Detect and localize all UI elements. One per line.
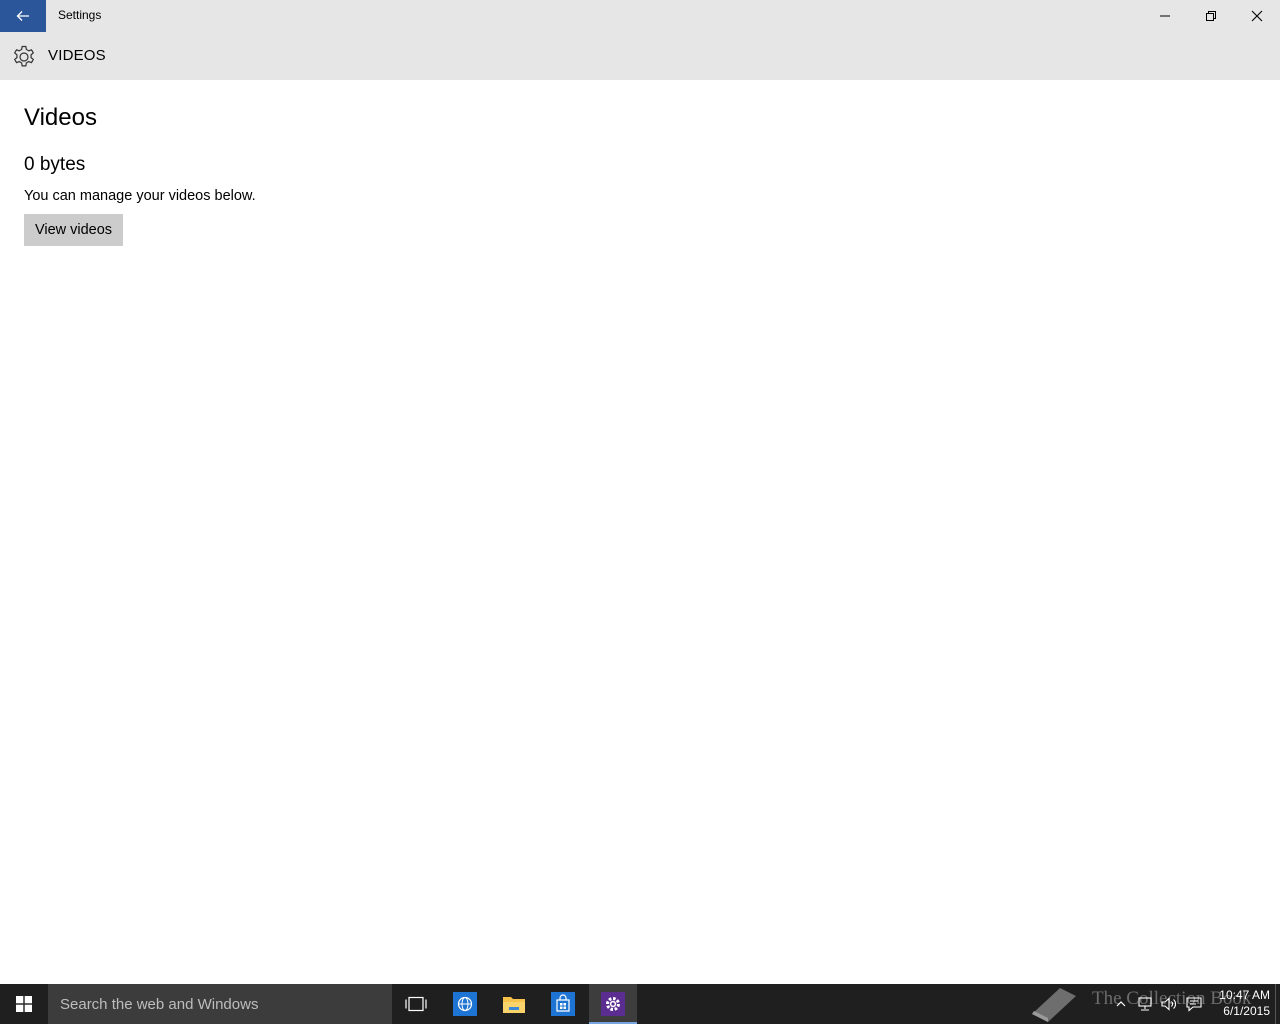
start-button[interactable]	[0, 984, 48, 1024]
page-title: Videos	[24, 104, 97, 131]
restore-button[interactable]	[1188, 0, 1234, 32]
back-button[interactable]	[0, 0, 46, 32]
restore-icon	[1206, 11, 1216, 21]
settings-header: VIDEOS	[0, 32, 1280, 80]
book-icon	[1032, 988, 1076, 1022]
description-text: You can manage your videos below.	[24, 188, 256, 204]
taskbar-internet-explorer[interactable]	[441, 984, 489, 1024]
clock-time: 10:47 AM	[1219, 988, 1270, 1002]
file-explorer-icon	[503, 997, 525, 1013]
task-view-button[interactable]	[392, 984, 440, 1024]
store-icon	[551, 992, 575, 1016]
gear-icon	[13, 45, 35, 67]
storage-size-value: 0 bytes	[24, 154, 86, 175]
minimize-icon	[1160, 15, 1170, 17]
close-icon	[1251, 10, 1263, 22]
taskbar-file-explorer[interactable]	[490, 984, 538, 1024]
search-input[interactable]	[48, 984, 392, 1024]
search-box[interactable]	[48, 984, 392, 1024]
window-title: Settings	[58, 8, 102, 22]
title-bar: Settings	[0, 0, 1280, 32]
network-icon[interactable]	[1136, 996, 1154, 1012]
action-center-icon[interactable]	[1185, 996, 1203, 1012]
view-videos-button[interactable]: View videos	[24, 214, 123, 246]
back-arrow-icon	[16, 11, 29, 21]
section-title: VIDEOS	[48, 47, 106, 64]
volume-icon[interactable]	[1160, 996, 1178, 1012]
chevron-up-icon[interactable]	[1112, 996, 1130, 1012]
settings-window: Settings VIDEOS Videos 0 bytes You can m…	[0, 0, 1280, 984]
taskbar-settings[interactable]	[589, 984, 637, 1024]
taskbar: The Collection Book 10:47 AM 6/1/2015	[0, 984, 1280, 1024]
clock-date: 6/1/2015	[1223, 1004, 1270, 1018]
windows-logo-icon	[16, 996, 32, 1012]
show-desktop-button[interactable]	[1275, 984, 1280, 1024]
taskbar-store[interactable]	[539, 984, 587, 1024]
clock[interactable]: 10:47 AM 6/1/2015	[1210, 987, 1270, 1019]
close-button[interactable]	[1234, 0, 1280, 32]
settings-icon	[601, 992, 625, 1016]
internet-explorer-icon	[453, 992, 477, 1016]
task-view-icon	[405, 996, 427, 1012]
minimize-button[interactable]	[1142, 0, 1188, 32]
